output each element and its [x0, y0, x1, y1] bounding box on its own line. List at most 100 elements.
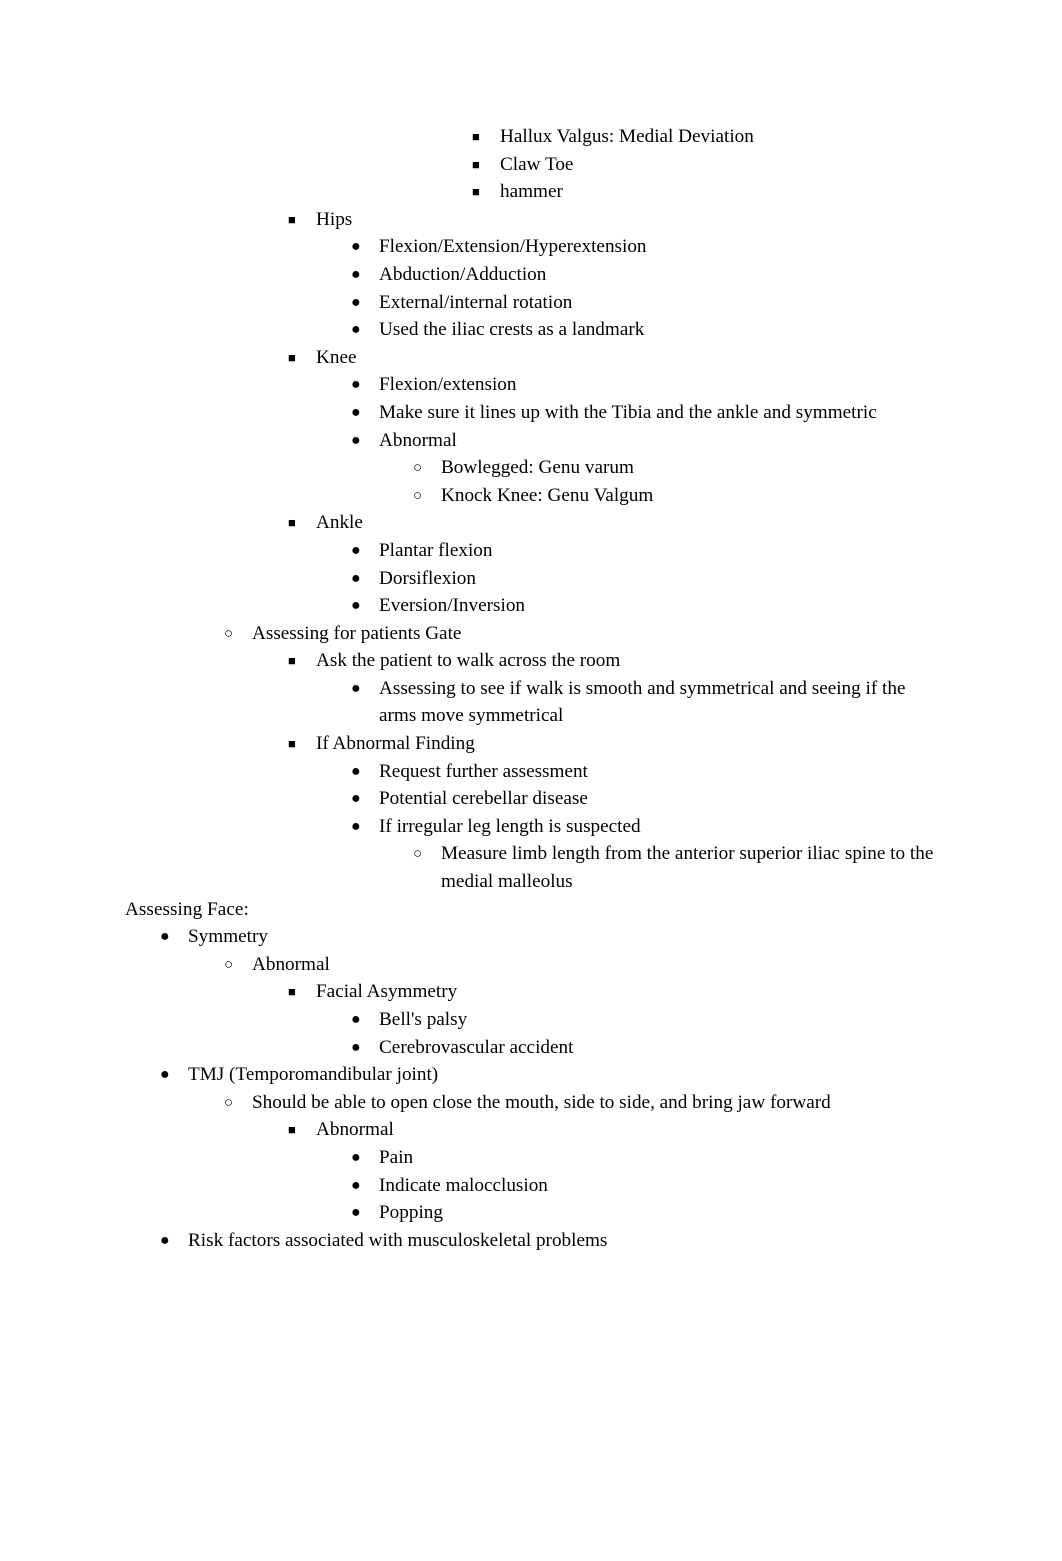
- outline-item-label: Measure limb length from the anterior su…: [441, 843, 934, 893]
- circle-bullet-icon: ○: [413, 846, 423, 863]
- outline-item: ● Request further assessment: [351, 758, 940, 786]
- outline-item-label: Flexion/Extension/Hyperextension: [379, 236, 647, 258]
- disc-bullet-icon: ●: [160, 928, 170, 946]
- outline-item-label: Eversion/Inversion: [379, 595, 526, 617]
- outline-item-label: Cerebrovascular accident: [379, 1036, 574, 1058]
- disc-bullet-icon: ●: [351, 1038, 361, 1056]
- outline-item: ● Abduction/Adduction: [351, 261, 940, 289]
- outline-item: ■ Ask the patient to walk across the room: [288, 647, 940, 675]
- disc-bullet-icon: ●: [351, 403, 361, 421]
- disc-bullet-icon: ●: [351, 790, 361, 808]
- outline-item: ■ Ankle: [288, 509, 940, 537]
- outline-item-label: Request further assessment: [379, 760, 588, 782]
- outline-item: ● Cerebrovascular accident: [351, 1034, 940, 1062]
- outline-item: ● Make sure it lines up with the Tibia an…: [351, 399, 940, 427]
- outline-item-label: Abduction/Adduction: [379, 263, 547, 285]
- outline-item-label: Assessing for patients Gate: [252, 622, 462, 644]
- square-bullet-icon: ■: [288, 653, 296, 669]
- square-bullet-icon: ■: [288, 349, 296, 365]
- outline-item: ● External/internal rotation: [351, 289, 940, 317]
- outline-item-label: Hallux Valgus: Medial Deviation: [500, 126, 754, 147]
- outline-item: ○ Knock Knee: Genu Valgum: [413, 482, 940, 510]
- disc-bullet-icon: ●: [351, 265, 361, 283]
- outline-item-label: Should be able to open close the mouth, …: [252, 1091, 831, 1113]
- outline-item-label: Dorsiflexion: [379, 567, 476, 589]
- outline-item-label: Abnormal: [252, 953, 330, 975]
- outline-item: ● Risk factors associated with musculoske…: [160, 1227, 940, 1255]
- disc-bullet-icon: ●: [351, 1204, 361, 1222]
- outline-item: ■ Abnormal: [288, 1116, 940, 1144]
- outline-item: ○ Bowlegged: Genu varum: [413, 454, 940, 482]
- circle-bullet-icon: ○: [224, 956, 234, 973]
- disc-bullet-icon: ●: [351, 431, 361, 449]
- outline-item-label: Bowlegged: Genu varum: [441, 457, 634, 479]
- outline-item: ■ Claw Toe: [472, 151, 940, 179]
- square-bullet-icon: ■: [288, 1122, 296, 1138]
- outline-item-label: Ask the patient to walk across the room: [316, 650, 621, 672]
- outline-item: ○ Assessing for patients Gate: [224, 620, 940, 648]
- outline-item-label: Knee: [316, 346, 357, 368]
- outline-item: ■ Facial Asymmetry: [288, 978, 940, 1006]
- disc-bullet-icon: ●: [351, 238, 361, 256]
- square-bullet-icon: ■: [472, 156, 480, 172]
- disc-bullet-icon: ●: [351, 762, 361, 780]
- outline-item: ○ Should be able to open close the mouth,…: [224, 1089, 940, 1117]
- outline-item: ● Indicate malocclusion: [351, 1172, 940, 1200]
- disc-bullet-icon: ●: [351, 376, 361, 394]
- outline-item: ● Eversion/Inversion: [351, 592, 940, 620]
- square-bullet-icon: ■: [288, 211, 296, 227]
- outline-item: ● If irregular leg length is suspected: [351, 813, 940, 841]
- disc-bullet-icon: ●: [351, 541, 361, 559]
- square-bullet-icon: ■: [288, 736, 296, 752]
- outline-item: ● Flexion/Extension/Hyperextension: [351, 233, 940, 261]
- square-bullet-icon: ■: [472, 129, 480, 144]
- outline-item-label: Bell's palsy: [379, 1009, 468, 1030]
- outline-item: ○ Abnormal: [224, 951, 940, 979]
- outline-item-label: Potential cerebellar disease: [379, 788, 588, 810]
- outline-body: ■ Hallux Valgus: Medial Deviation ■ Claw To…: [125, 123, 940, 1254]
- outline-item: ■ Hips: [288, 206, 940, 234]
- outline-item: ● Used the iliac crests as a landmark: [351, 316, 940, 344]
- outline-item: ● Plantar flexion: [351, 537, 940, 565]
- outline-item-label: Assessing to see if walk is smooth and s…: [379, 677, 906, 727]
- outline-item-label: If irregular leg length is suspected: [379, 815, 641, 837]
- outline-item-label: External/internal rotation: [379, 291, 573, 313]
- outline-item: ■ If Abnormal Finding: [288, 730, 940, 758]
- outline-item-label: Hips: [316, 208, 353, 230]
- outline-item: ● Pain: [351, 1144, 940, 1172]
- outline-item-label: hammer: [500, 181, 563, 203]
- outline-item-label: Pain: [379, 1146, 414, 1168]
- outline-item-label: Used the iliac crests as a landmark: [379, 319, 645, 341]
- outline-item: ● Dorsiflexion: [351, 565, 940, 593]
- disc-bullet-icon: ●: [160, 1066, 170, 1084]
- outline-item-label: TMJ (Temporomandibular joint): [188, 1064, 439, 1086]
- outline-item: ● Abnormal: [351, 427, 940, 455]
- outline-item-label: Abnormal: [316, 1119, 394, 1141]
- outline-item-label: Claw Toe: [500, 153, 574, 175]
- section-heading: Assessing Face:: [125, 898, 249, 920]
- outline-item-label: Popping: [379, 1202, 443, 1224]
- outline-item: ■ Hallux Valgus: Medial Deviation: [472, 123, 940, 151]
- outline-item: ● Symmetry: [160, 923, 940, 951]
- disc-bullet-icon: ●: [351, 1148, 361, 1166]
- circle-bullet-icon: ○: [413, 460, 423, 477]
- circle-bullet-icon: ○: [413, 487, 423, 504]
- square-bullet-icon: ■: [288, 515, 296, 531]
- outline-item-label: Risk factors associated with musculoskel…: [188, 1229, 608, 1251]
- outline-item-label: Ankle: [316, 512, 363, 534]
- disc-bullet-icon: ●: [351, 817, 361, 835]
- disc-bullet-icon: ●: [351, 1011, 361, 1028]
- circle-bullet-icon: ○: [224, 625, 234, 642]
- outline-item: ● Flexion/extension: [351, 371, 940, 399]
- outline-item-label: Plantar flexion: [379, 539, 493, 561]
- disc-bullet-icon: ●: [351, 569, 361, 587]
- outline-item: ● Bell's palsy: [351, 1006, 940, 1034]
- outline-item: ● Potential cerebellar disease: [351, 785, 940, 813]
- outline-item-label: Facial Asymmetry: [316, 981, 458, 1003]
- disc-bullet-icon: ●: [160, 1231, 170, 1249]
- outline-item: ● TMJ (Temporomandibular joint): [160, 1061, 940, 1089]
- outline-item-label: Knock Knee: Genu Valgum: [441, 484, 654, 506]
- square-bullet-icon: ■: [288, 984, 296, 1000]
- disc-bullet-icon: ●: [351, 321, 361, 339]
- outline-item: ○ Measure limb length from the anterior s…: [413, 840, 940, 895]
